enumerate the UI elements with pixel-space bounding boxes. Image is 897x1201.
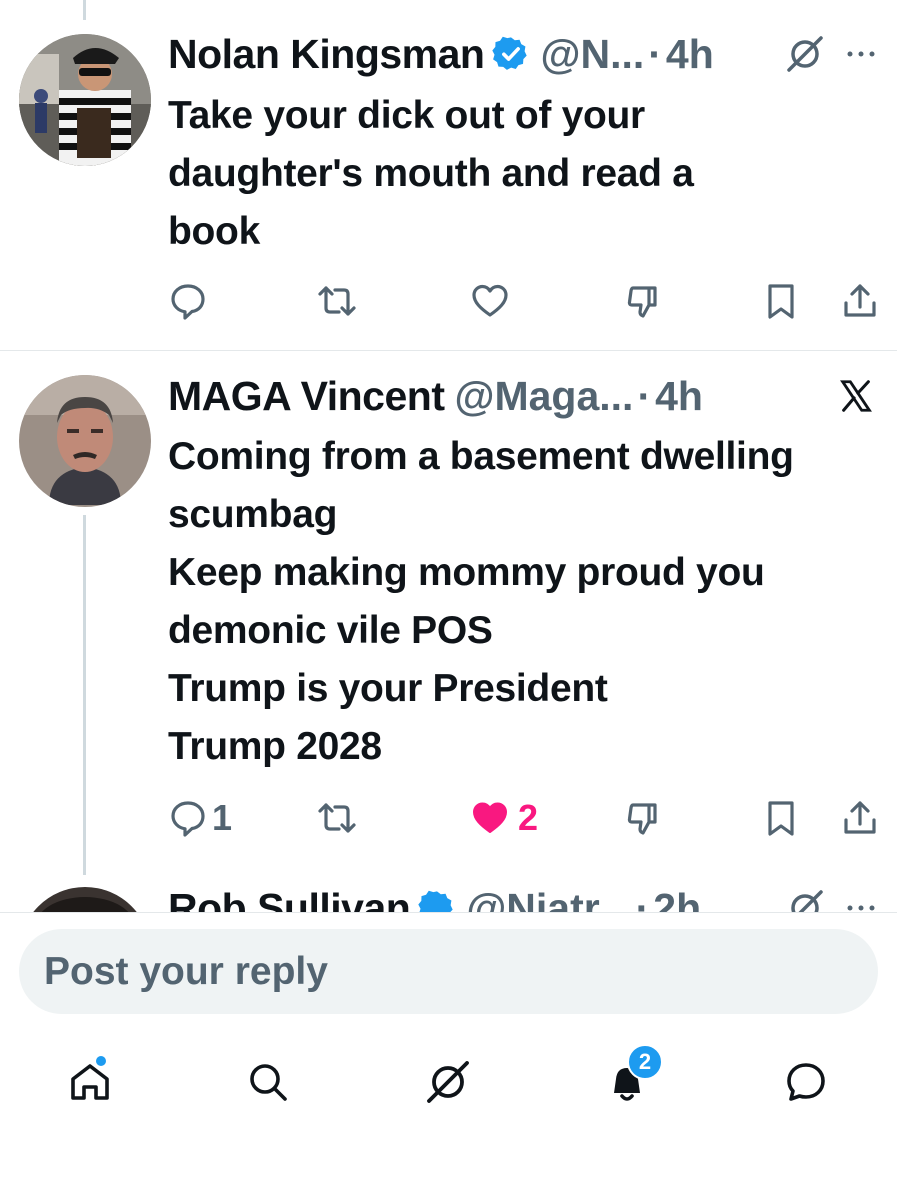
nav-messages[interactable]	[776, 1052, 836, 1112]
search-icon	[250, 1064, 287, 1101]
messages-icon	[787, 1063, 825, 1101]
display-name[interactable]: Rob Sullivan	[168, 885, 411, 913]
post-time[interactable]: 2h	[653, 885, 701, 913]
post-3[interactable]: Rob Sullivan @Niatr... · 2h	[0, 0, 897, 912]
nav-notifications[interactable]: 2	[597, 1044, 663, 1112]
nav-home[interactable]	[60, 1052, 120, 1112]
nav-search[interactable]	[238, 1052, 298, 1112]
verified-badge-icon	[418, 889, 456, 912]
handle[interactable]: @Niatr...	[466, 885, 631, 913]
grok-icon	[427, 1061, 469, 1103]
reply-placeholder: Post your reply	[44, 949, 328, 993]
notifications-badge: 2	[627, 1044, 663, 1080]
avatar-image	[19, 887, 151, 912]
dot-separator: ·	[635, 884, 650, 913]
grok-icon[interactable]	[785, 888, 825, 912]
avatar[interactable]	[19, 887, 151, 912]
reply-input[interactable]: Post your reply	[19, 929, 878, 1014]
post-header: Rob Sullivan @Niatr... · 2h	[168, 885, 881, 912]
new-posts-dot	[96, 1056, 106, 1066]
more-options-icon[interactable]	[841, 888, 881, 912]
home-icon	[71, 1064, 109, 1100]
nav-grok[interactable]	[418, 1052, 478, 1112]
